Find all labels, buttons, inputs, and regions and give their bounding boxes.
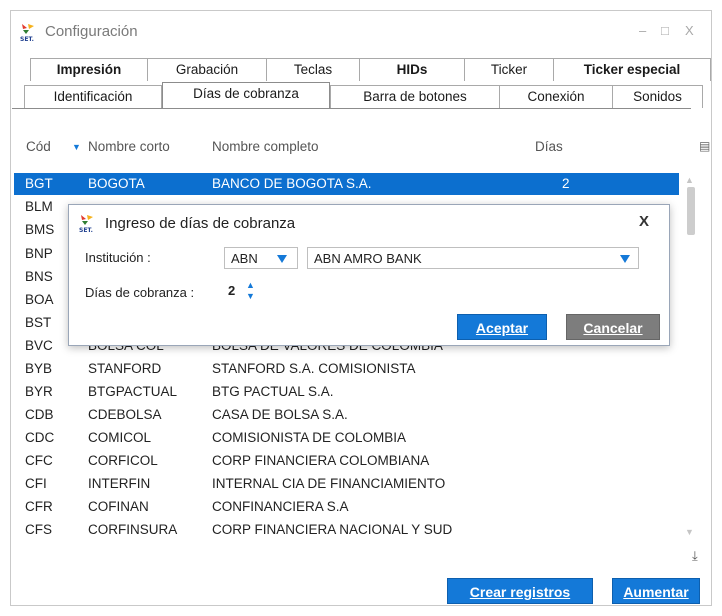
stepper-down-icon[interactable]: ▼ — [246, 291, 255, 301]
col-nombre-corto[interactable]: Nombre corto — [88, 139, 170, 154]
ingreso-dias-dialog: SET. Ingreso de días de cobranza X Insti… — [68, 204, 670, 346]
set-logo-icon: SET. — [20, 24, 34, 42]
column-chooser-icon[interactable]: ▤ — [699, 139, 710, 153]
window-title: Configuración — [45, 23, 138, 40]
set-logo-icon: SET. — [79, 215, 93, 233]
stepper-up-icon[interactable]: ▲ — [246, 280, 255, 290]
title-bar: SET. Configuración – □ X — [11, 11, 711, 51]
cancelar-button[interactable]: Cancelar — [566, 314, 660, 340]
tab-barra-de-botones[interactable]: Barra de botones — [330, 85, 500, 108]
tab-ticker[interactable]: Ticker — [464, 58, 554, 81]
tab-sonidos[interactable]: Sonidos — [612, 85, 703, 108]
tab-identificacion[interactable]: Identificación — [24, 85, 162, 108]
svg-text:SET.: SET. — [20, 36, 34, 42]
tab-teclas[interactable]: Teclas — [266, 58, 360, 81]
dias-stepper[interactable]: 2 ▲ ▼ — [226, 279, 274, 301]
scroll-to-bottom-icon[interactable]: ⤓ — [692, 548, 698, 564]
dialog-title: Ingreso de días de cobranza — [105, 215, 296, 232]
tab-ticker-especial[interactable]: Ticker especial — [553, 58, 711, 81]
aceptar-button[interactable]: Aceptar — [457, 314, 547, 340]
col-dias[interactable]: Días — [535, 139, 563, 154]
tab-impresion[interactable]: Impresión — [30, 58, 148, 81]
minimize-icon[interactable]: – — [639, 23, 646, 38]
col-nombre-completo[interactable]: Nombre completo — [212, 139, 319, 154]
table-row[interactable]: BGT BOGOTA BANCO DE BOGOTA S.A. 2 — [14, 173, 679, 195]
dias-label: Días de cobranza : — [85, 285, 195, 300]
table-row[interactable]: BYR BTGPACTUAL BTG PACTUAL S.A. — [14, 381, 679, 403]
table-row[interactable]: CFS CORFINSURA CORP FINANCIERA NACIONAL Y … — [14, 519, 679, 541]
dropdown-arrow-icon[interactable] — [277, 255, 287, 263]
tab-hids[interactable]: HIDs — [359, 58, 465, 81]
crear-registros-button[interactable]: Crear registros — [447, 578, 593, 604]
table-row[interactable]: CDB CDEBOLSA CASA DE BOLSA S.A. — [14, 404, 679, 426]
table-row[interactable]: BYB STANFORD STANFORD S.A. COMISIONISTA — [14, 358, 679, 380]
close-icon[interactable]: X — [685, 23, 694, 38]
svg-text:SET.: SET. — [79, 227, 93, 233]
institucion-label: Institución : — [85, 250, 151, 265]
scroll-down-icon[interactable]: ▼ — [685, 527, 694, 537]
dropdown-arrow-icon[interactable] — [620, 255, 630, 263]
tab-grabacion[interactable]: Grabación — [147, 58, 267, 81]
table-row[interactable]: CFC CORFICOL CORP FINANCIERA COLOMBIANA — [14, 450, 679, 472]
tabs-divider — [12, 108, 691, 109]
institucion-name-select[interactable]: ABN AMRO BANK — [307, 247, 639, 269]
tab-conexion[interactable]: Conexión — [499, 85, 613, 108]
aumentar-button[interactable]: Aumentar — [612, 578, 700, 604]
table-row[interactable]: CDC COMICOL COMISIONISTA DE COLOMBIA — [14, 427, 679, 449]
institucion-code-select[interactable]: ABN — [224, 247, 298, 269]
col-cod[interactable]: Cód — [26, 139, 51, 154]
table-row[interactable]: CFR COFINAN CONFINANCIERA S.A — [14, 496, 679, 518]
sort-arrow-icon[interactable]: ▼ — [72, 142, 81, 152]
tabs-row-1: Impresión Grabación Teclas HIDs Ticker T… — [0, 58, 722, 82]
grid-header: Cód ▼ Nombre corto Nombre completo Días … — [14, 136, 710, 158]
tabs-row-2: Identificación Días de cobranza Barra de… — [0, 82, 722, 109]
dialog-close-icon[interactable]: X — [639, 213, 649, 230]
table-row[interactable]: CFI INTERFIN INTERNAL CIA DE FINANCIAMIENT… — [14, 473, 679, 495]
tab-dias-de-cobranza[interactable]: Días de cobranza — [162, 82, 330, 109]
maximize-icon[interactable]: □ — [661, 23, 669, 38]
scroll-thumb[interactable] — [687, 187, 695, 235]
scroll-up-icon[interactable]: ▲ — [685, 175, 694, 185]
